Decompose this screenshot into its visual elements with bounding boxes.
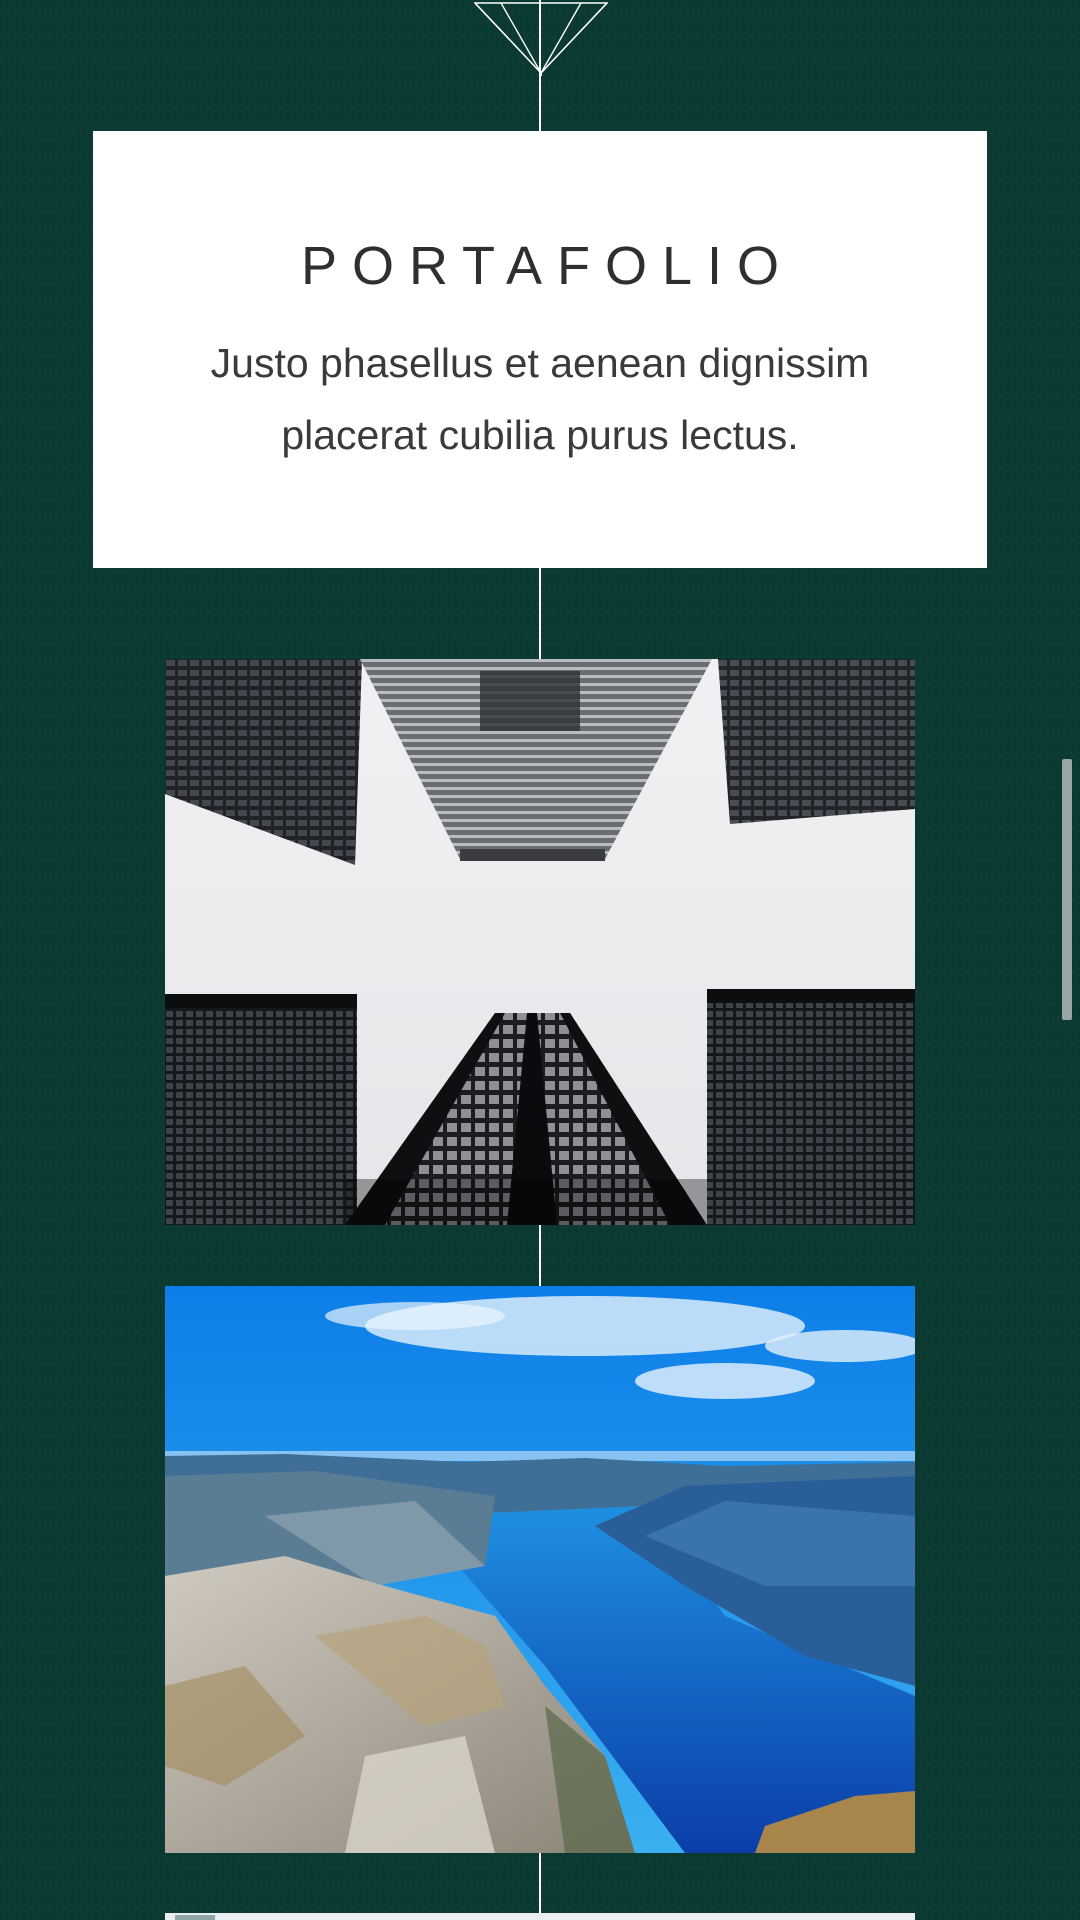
scrollbar-thumb[interactable] <box>1062 759 1072 1020</box>
gallery-item-skyscrapers[interactable] <box>165 659 915 1225</box>
partial-photo <box>165 1913 915 1920</box>
fjord-landscape-photo <box>165 1286 915 1853</box>
section-title: PORTAFOLIO <box>300 236 795 296</box>
portfolio-header-card: PORTAFOLIO Justo phasellus et aenean dig… <box>93 131 987 568</box>
skyscrapers-photo <box>165 659 915 1225</box>
gallery-item-partial[interactable] <box>165 1913 915 1920</box>
section-subtitle: Justo phasellus et aenean dignissim plac… <box>210 340 870 458</box>
diamond-ornament-icon <box>474 2 608 76</box>
gallery-item-fjord[interactable] <box>165 1286 915 1853</box>
